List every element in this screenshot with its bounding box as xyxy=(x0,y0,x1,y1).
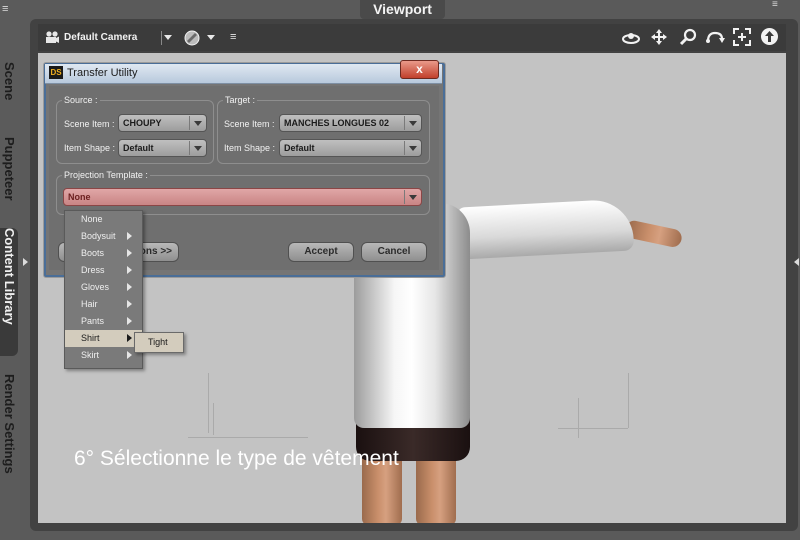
chevron-down-icon xyxy=(404,141,420,155)
source-group-label: Source : xyxy=(62,95,100,105)
submenu-arrow-icon xyxy=(127,300,132,308)
collapse-left-arrow-icon[interactable] xyxy=(23,258,28,266)
target-scene-item-select[interactable]: MANCHES LONGUES 02 xyxy=(279,114,422,132)
projection-template-menu: None Bodysuit Boots Dress Gloves Hair Pa… xyxy=(64,210,143,369)
menu-item-skirt[interactable]: Skirt xyxy=(65,347,142,364)
pan-icon[interactable] xyxy=(650,28,668,46)
submenu-arrow-icon xyxy=(127,317,132,325)
tab-puppeteer[interactable]: Puppeteer xyxy=(0,137,18,209)
source-item-shape-value: Default xyxy=(123,143,154,153)
toolbar-divider xyxy=(161,31,162,45)
tab-content-library[interactable]: Content Library xyxy=(0,228,18,356)
source-scene-item-value: CHOUPY xyxy=(123,118,162,128)
home-icon[interactable] xyxy=(760,27,779,46)
panel-options-icon[interactable]: ≡ xyxy=(772,0,788,10)
submenu-arrow-icon xyxy=(127,334,132,342)
source-item-shape-label: Item Shape : xyxy=(64,143,116,153)
tab-render-settings[interactable]: Render Settings xyxy=(0,374,18,484)
target-scene-item-label: Scene Item : xyxy=(224,119,275,129)
dialog-title: Transfer Utility xyxy=(67,67,138,79)
accept-button[interactable]: Accept xyxy=(288,242,354,262)
submenu-item-tight[interactable]: Tight xyxy=(134,332,184,353)
projection-template-value: None xyxy=(68,192,91,202)
submenu-arrow-icon xyxy=(127,232,132,240)
close-icon[interactable]: x xyxy=(400,60,439,79)
orbit-icon[interactable] xyxy=(622,30,640,46)
menu-item-hair[interactable]: Hair xyxy=(65,296,142,313)
figure-sleeve xyxy=(456,198,635,260)
source-item-shape-select[interactable]: Default xyxy=(118,139,207,157)
projection-template-select[interactable]: None xyxy=(63,188,422,206)
camera-selector[interactable]: Default Camera xyxy=(64,32,137,43)
chevron-down-icon xyxy=(189,141,205,155)
figure-hand xyxy=(624,219,684,249)
source-scene-item-select[interactable]: CHOUPY xyxy=(118,114,207,132)
menu-item-pants[interactable]: Pants xyxy=(65,313,142,330)
tab-scene[interactable]: Scene xyxy=(0,62,18,110)
target-group-label: Target : xyxy=(223,95,258,105)
zoom-icon[interactable] xyxy=(679,28,697,46)
submenu-arrow-icon xyxy=(127,249,132,257)
ds-app-icon: DS xyxy=(49,66,63,79)
viewport-toolbar xyxy=(38,24,786,51)
rotate-icon[interactable] xyxy=(705,29,725,45)
target-item-shape-value: Default xyxy=(284,143,315,153)
submenu-arrow-icon xyxy=(127,351,132,359)
target-item-shape-label: Item Shape : xyxy=(224,143,276,153)
panel-menu-icon[interactable]: ≡ xyxy=(2,3,16,15)
viewport-menu-icon[interactable]: ≡ xyxy=(230,31,243,44)
target-scene-item-value: MANCHES LONGUES 02 xyxy=(284,118,390,128)
camera-dropdown-icon[interactable] xyxy=(164,35,172,40)
menu-item-none[interactable]: None xyxy=(65,211,142,228)
draw-style-dropdown-icon[interactable] xyxy=(207,35,215,40)
target-item-shape-select[interactable]: Default xyxy=(279,139,422,157)
collapse-right-arrow-icon[interactable] xyxy=(794,258,799,266)
chevron-down-icon xyxy=(189,116,205,130)
viewport-tab[interactable]: Viewport xyxy=(360,0,445,19)
menu-item-bodysuit[interactable]: Bodysuit xyxy=(65,228,142,245)
menu-item-dress[interactable]: Dress xyxy=(65,262,142,279)
menu-item-gloves[interactable]: Gloves xyxy=(65,279,142,296)
tutorial-caption: 6° Sélectionne le type de vêtement xyxy=(74,447,399,470)
submenu-arrow-icon xyxy=(127,283,132,291)
menu-item-shirt[interactable]: Shirt xyxy=(65,330,142,347)
figure-leg-right xyxy=(416,455,456,523)
cancel-button[interactable]: Cancel xyxy=(361,242,427,262)
camera-icon xyxy=(45,31,60,44)
source-scene-item-label: Scene Item : xyxy=(64,119,115,129)
draw-style-icon[interactable] xyxy=(184,30,200,46)
chevron-down-icon xyxy=(404,116,420,130)
submenu-arrow-icon xyxy=(127,266,132,274)
frame-icon[interactable] xyxy=(733,28,751,46)
menu-item-boots[interactable]: Boots xyxy=(65,245,142,262)
chevron-down-icon xyxy=(404,190,420,204)
projection-group-label: Projection Template : xyxy=(62,170,150,180)
